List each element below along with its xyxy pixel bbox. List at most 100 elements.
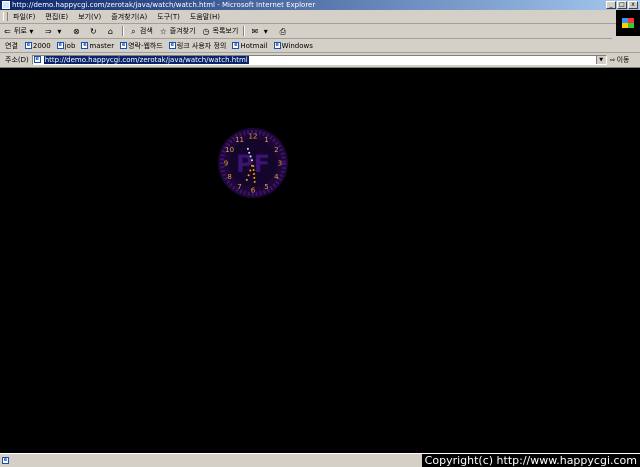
link-master[interactable]: e master <box>78 42 117 50</box>
menu-edit[interactable]: 편집(E) <box>40 12 73 22</box>
clock-hand-dot <box>253 180 256 183</box>
clock-logo: PF <box>236 150 270 178</box>
menu-favorites[interactable]: 즐겨찾기(A) <box>106 12 152 22</box>
standard-toolbar: ⇐ 뒤로 ▾ ⇒ ▾ ⊗ ↻ ⌂ ⌕ 검색 ☆ 즐겨찾기 ◷ 목록보기 ✉ ▾ … <box>0 24 612 39</box>
status-copyright: Copyright(c) http://www.happycgi.com <box>421 454 640 467</box>
menu-view[interactable]: 보기(V) <box>73 12 106 22</box>
ie-page-icon: e <box>33 56 41 63</box>
mail-button[interactable]: ✉ ▾ <box>247 27 275 36</box>
links-label: 연결 <box>5 41 18 50</box>
menu-file[interactable]: 파일(F) <box>8 12 40 22</box>
page-viewport: PF 1 2 3 4 5 6 7 8 9 10 11 12 <box>0 67 640 453</box>
clock-numeral: 3 <box>278 160 282 168</box>
ie-page-icon: e <box>273 42 281 49</box>
print-icon: ⎙ <box>279 26 287 36</box>
clock-hand-dot <box>252 169 255 171</box>
clock-hand-dot <box>245 178 248 181</box>
clock-hand-dot <box>253 176 256 179</box>
address-bar: 주소(D) e http://demo.happycgi.com/zerotak… <box>0 53 640 66</box>
address-label: 주소(D) <box>5 55 29 64</box>
back-arrow-icon: ⇐ <box>4 26 11 36</box>
window-controls: _ □ x <box>606 1 638 9</box>
go-arrow-icon: ⇨ <box>609 55 616 64</box>
clock-hand-dot <box>246 147 249 150</box>
maximize-button[interactable]: □ <box>617 1 627 9</box>
refresh-icon: ↻ <box>90 26 97 36</box>
clock-numeral: 11 <box>235 136 244 144</box>
ie-page-icon: e <box>81 42 89 49</box>
link-text: 2000 <box>32 41 51 50</box>
window-title: http://demo.happycgi.com/zerotak/java/wa… <box>12 1 316 9</box>
minimize-button[interactable]: _ <box>606 1 616 9</box>
mail-icon: ✉ <box>251 26 259 36</box>
forward-arrow-icon: ⇒ <box>45 26 52 36</box>
favorites-label: 즐겨찾기 <box>169 27 196 35</box>
clock-hand-dot <box>248 151 251 154</box>
clock-numeral: 4 <box>274 173 279 181</box>
dropdown-arrow-icon[interactable]: ▾ <box>261 27 270 36</box>
clock-numeral: 12 <box>249 133 258 141</box>
history-label: 목록보기 <box>212 27 239 35</box>
link-windows[interactable]: e Windows <box>271 42 316 50</box>
dropdown-arrow-icon[interactable]: ▾ <box>27 27 36 36</box>
windows-logo <box>616 10 640 36</box>
ie-page-icon: e <box>232 42 240 49</box>
back-button[interactable]: ⇐ 뒤로 ▾ <box>0 26 41 36</box>
clock-numeral: 10 <box>225 146 234 154</box>
ie-page-icon: e <box>56 42 64 49</box>
links-bar: 연결 e 2000 e job e master e 영락-웹하드 e 링크 사용자 정의… <box>0 39 640 53</box>
search-icon: ⌕ <box>131 26 136 36</box>
menu-tools[interactable]: 도구(T) <box>152 12 185 22</box>
link-text: 영락-웹하드 <box>128 41 163 50</box>
print-button[interactable]: ⎙ <box>275 27 292 36</box>
clock-hand-dot <box>249 155 252 158</box>
stop-button[interactable]: ⊗ <box>69 27 86 36</box>
back-label: 뒤로 <box>14 27 27 35</box>
clock-hand-dot <box>253 173 255 175</box>
link-hotmail[interactable]: e Hotmail <box>229 42 270 50</box>
link-text: 링크 사용자 정의 <box>176 41 227 50</box>
favorites-button[interactable]: ☆ 즐겨찾기 <box>156 26 199 36</box>
clock-hand-dot <box>247 174 250 177</box>
address-input[interactable]: e http://demo.happycgi.com/zerotak/java/… <box>31 54 607 65</box>
ie-page-icon: e <box>120 42 128 49</box>
title-bar: http://demo.happycgi.com/zerotak/java/wa… <box>0 0 640 10</box>
address-url[interactable]: http://demo.happycgi.com/zerotak/java/wa… <box>43 55 249 64</box>
link-webhard[interactable]: e 영락-웹하드 <box>117 41 166 51</box>
refresh-button[interactable]: ↻ <box>86 27 103 36</box>
search-button[interactable]: ⌕ 검색 <box>126 26 156 36</box>
link-text: Windows <box>281 41 313 50</box>
menu-help[interactable]: 도움말(H) <box>185 12 225 22</box>
link-customize[interactable]: e 링크 사용자 정의 <box>166 41 230 51</box>
forward-button[interactable]: ⇒ ▾ <box>41 27 69 36</box>
clock-hand-dot <box>249 169 252 172</box>
favorites-icon: ☆ <box>159 26 167 36</box>
toolbar-separator <box>121 26 124 36</box>
link-job[interactable]: e job <box>54 42 79 50</box>
stop-icon: ⊗ <box>73 26 80 36</box>
windows-flag-icon <box>622 18 634 28</box>
dropdown-arrow-icon[interactable]: ▾ <box>55 27 64 36</box>
link-text: master <box>89 41 115 50</box>
address-dropdown-icon[interactable]: ▼ <box>595 55 606 64</box>
home-button[interactable]: ⌂ <box>103 27 120 36</box>
history-button[interactable]: ◷ 목록보기 <box>199 26 242 36</box>
link-text: Hotmail <box>240 41 268 50</box>
ie-page-icon: e <box>24 42 32 49</box>
go-label: 이동 <box>616 55 630 64</box>
clock-numeral: 8 <box>227 173 231 181</box>
ie-page-icon: e <box>2 457 9 464</box>
go-button[interactable]: ⇨ 이동 <box>610 55 630 65</box>
toolbar-separator <box>243 26 246 36</box>
clock-numeral: 6 <box>251 187 256 195</box>
clock-numeral: 9 <box>224 160 228 168</box>
status-bar: e Copyright(c) http://www.happycgi.com <box>0 453 640 467</box>
link-2000[interactable]: e 2000 <box>22 42 54 50</box>
clock-hand-dot <box>251 159 253 162</box>
clock-numeral: 1 <box>264 136 268 144</box>
close-button[interactable]: x <box>628 1 638 9</box>
menu-bar: 파일(F) 편집(E) 보기(V) 즐겨찾기(A) 도구(T) 도움말(H) <box>0 10 640 24</box>
history-icon: ◷ <box>202 26 210 36</box>
clock-hand-dot <box>251 164 253 167</box>
ie-page-icon: e <box>168 42 176 49</box>
